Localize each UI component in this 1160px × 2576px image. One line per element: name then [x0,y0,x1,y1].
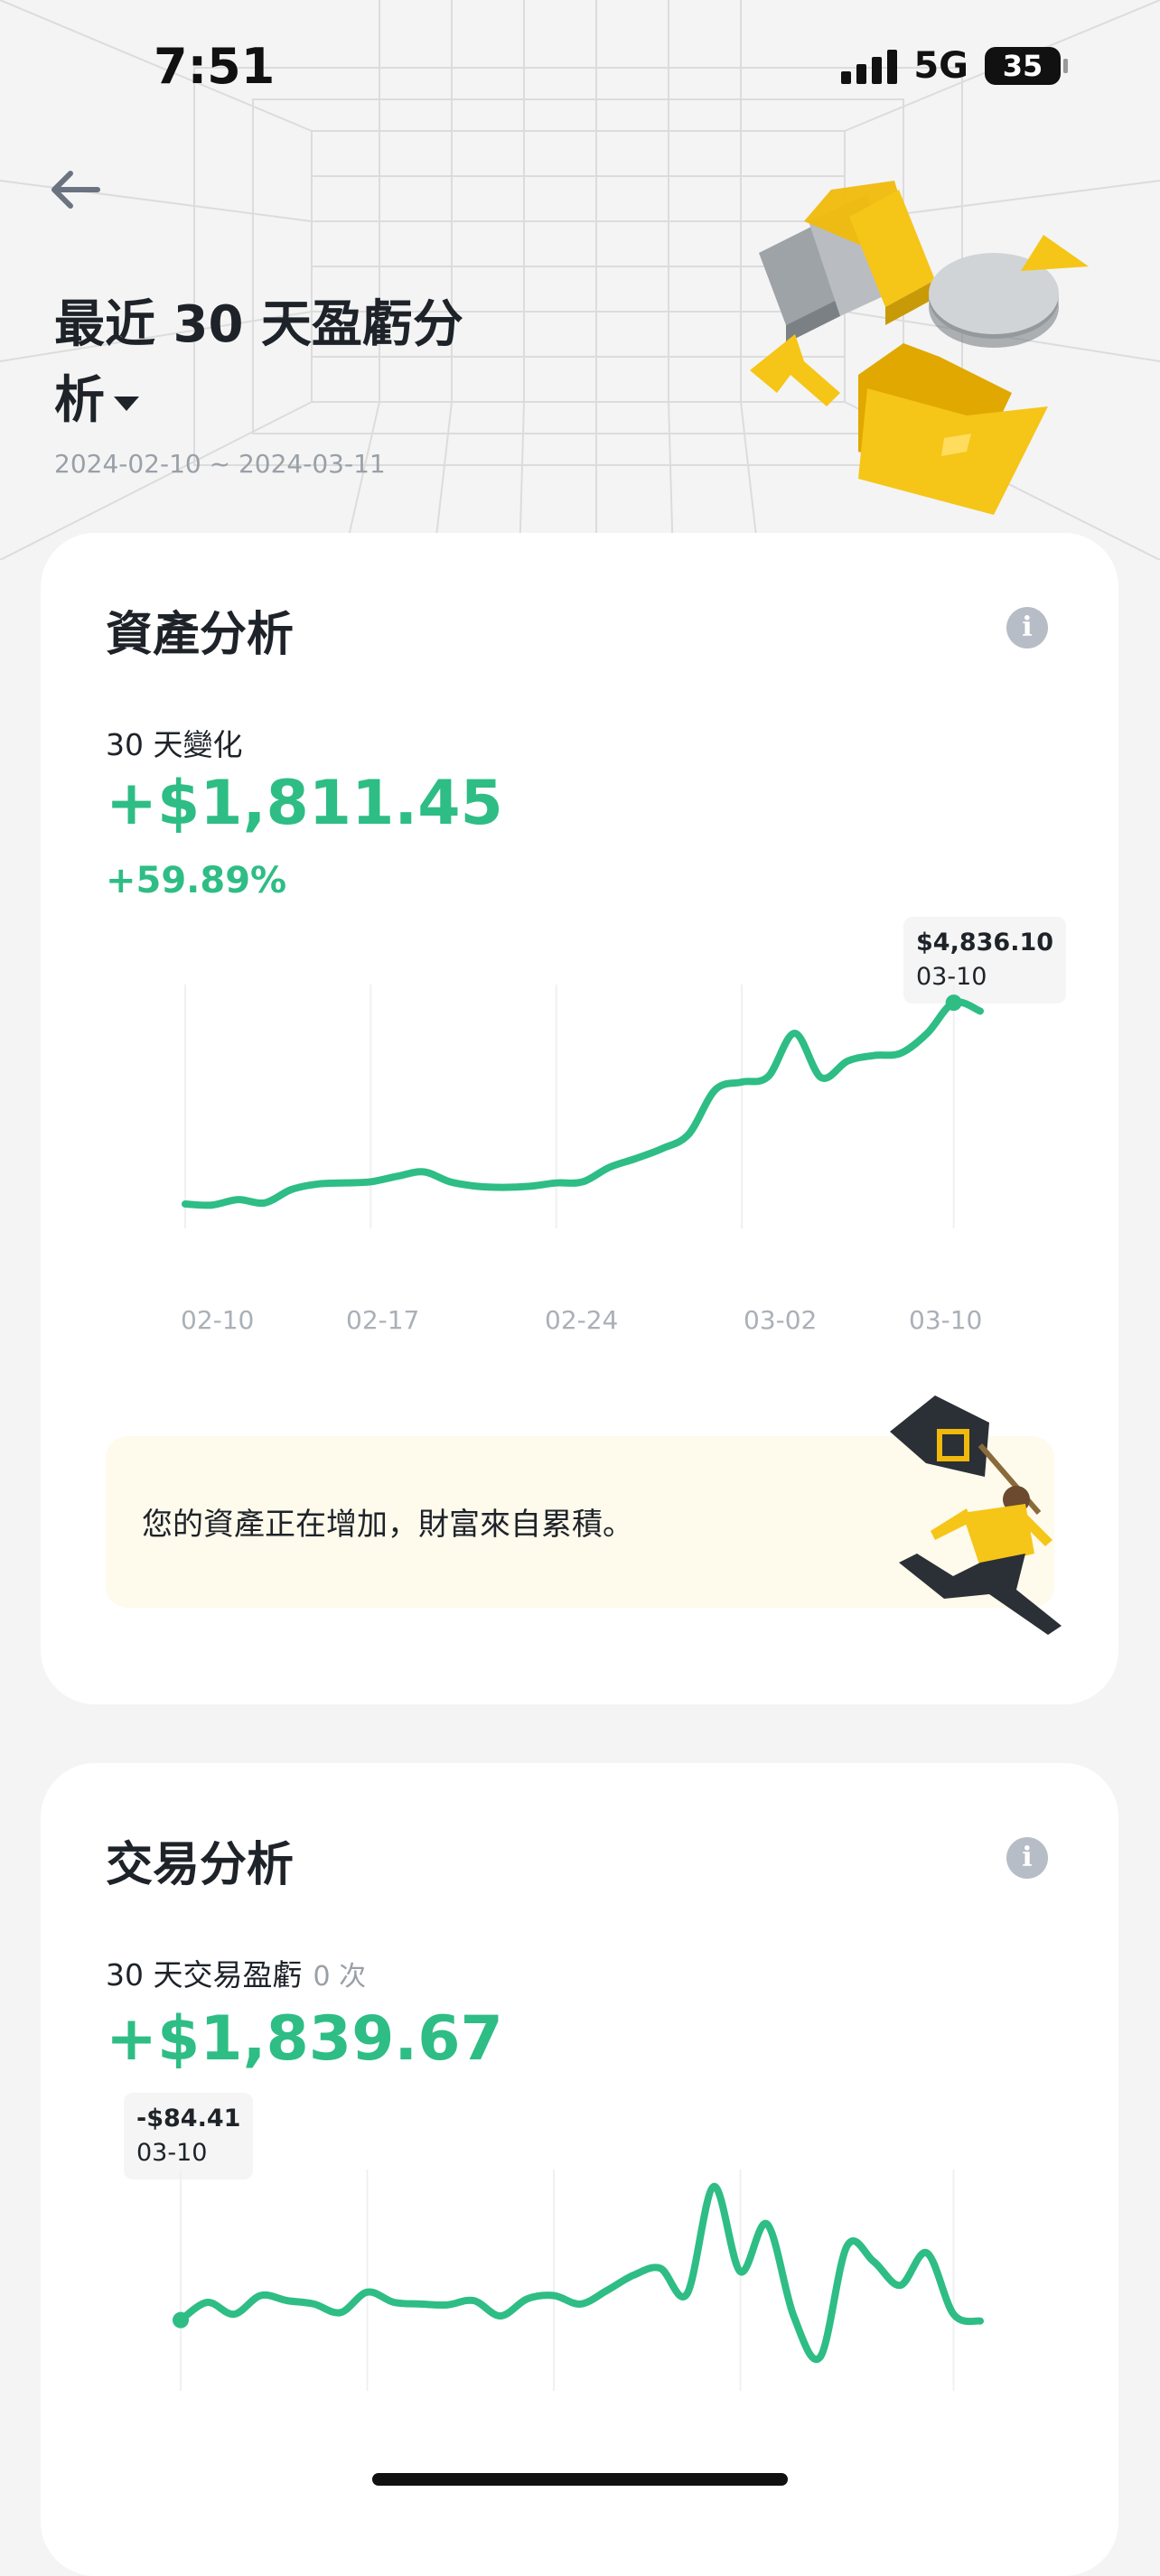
x-tick-label: 03-02 [744,1305,817,1335]
x-tick-label: 02-24 [545,1305,618,1335]
battery-level: 35 [1003,49,1043,83]
info-icon[interactable]: i [1006,607,1048,649]
insight-text: 您的資產正在增加，財富來自累積。 [142,1499,633,1544]
pnl-label-text: 30 天交易盈虧 [106,1957,302,1993]
network-type: 5G [913,45,968,87]
back-arrow-icon[interactable] [45,163,117,217]
home-indicator [372,2473,788,2486]
pnl-value: +$1,839.67 [106,2003,503,2075]
x-tick-label: 02-10 [181,1305,254,1335]
analytics-illustration [741,181,1102,515]
asset-line-chart[interactable] [41,957,1118,1237]
status-indicators: 5G 35 [841,45,1061,87]
asset-analysis-card: 資產分析 i 30 天變化 +$1,811.45 +59.89% $4,836.… [41,533,1118,1704]
change-label: 30 天變化 [106,721,242,764]
change-percent: +59.89% [106,860,286,901]
tooltip-value: -$84.41 [136,2102,240,2136]
highlight-point [946,994,962,1011]
status-bar: 7:51 5G 35 [0,0,1160,135]
tooltip-value: $4,836.10 [916,926,1053,960]
date-range: 2024-02-10 ~ 2024-03-11 [54,449,386,479]
card-title: 資產分析 [106,596,294,664]
card-title: 交易分析 [106,1826,294,1894]
change-value: +$1,811.45 [106,768,503,839]
trade-pnl-line-chart[interactable] [41,2161,1118,2395]
series-line [181,2187,980,2359]
series-line [185,1002,980,1205]
signal-icon [841,48,897,84]
status-time: 7:51 [154,38,275,95]
battery-icon: 35 [985,47,1061,85]
x-tick-label: 02-17 [346,1305,419,1335]
trade-analysis-card: 交易分析 i 30 天交易盈虧0 次 +$1,839.67 -$84.41 03… [41,1763,1118,2576]
highlight-point [173,2312,189,2329]
trade-count: 0 次 [313,1961,366,1993]
pnl-label: 30 天交易盈虧 0 次 [106,1951,366,1994]
running-flag-mascot [845,1395,1116,1639]
caret-down-icon [114,397,139,411]
info-icon[interactable]: i [1006,1837,1048,1879]
x-tick-label: 03-10 [909,1305,982,1335]
page-title[interactable]: 最近 30 天盈虧分析 [54,287,479,439]
